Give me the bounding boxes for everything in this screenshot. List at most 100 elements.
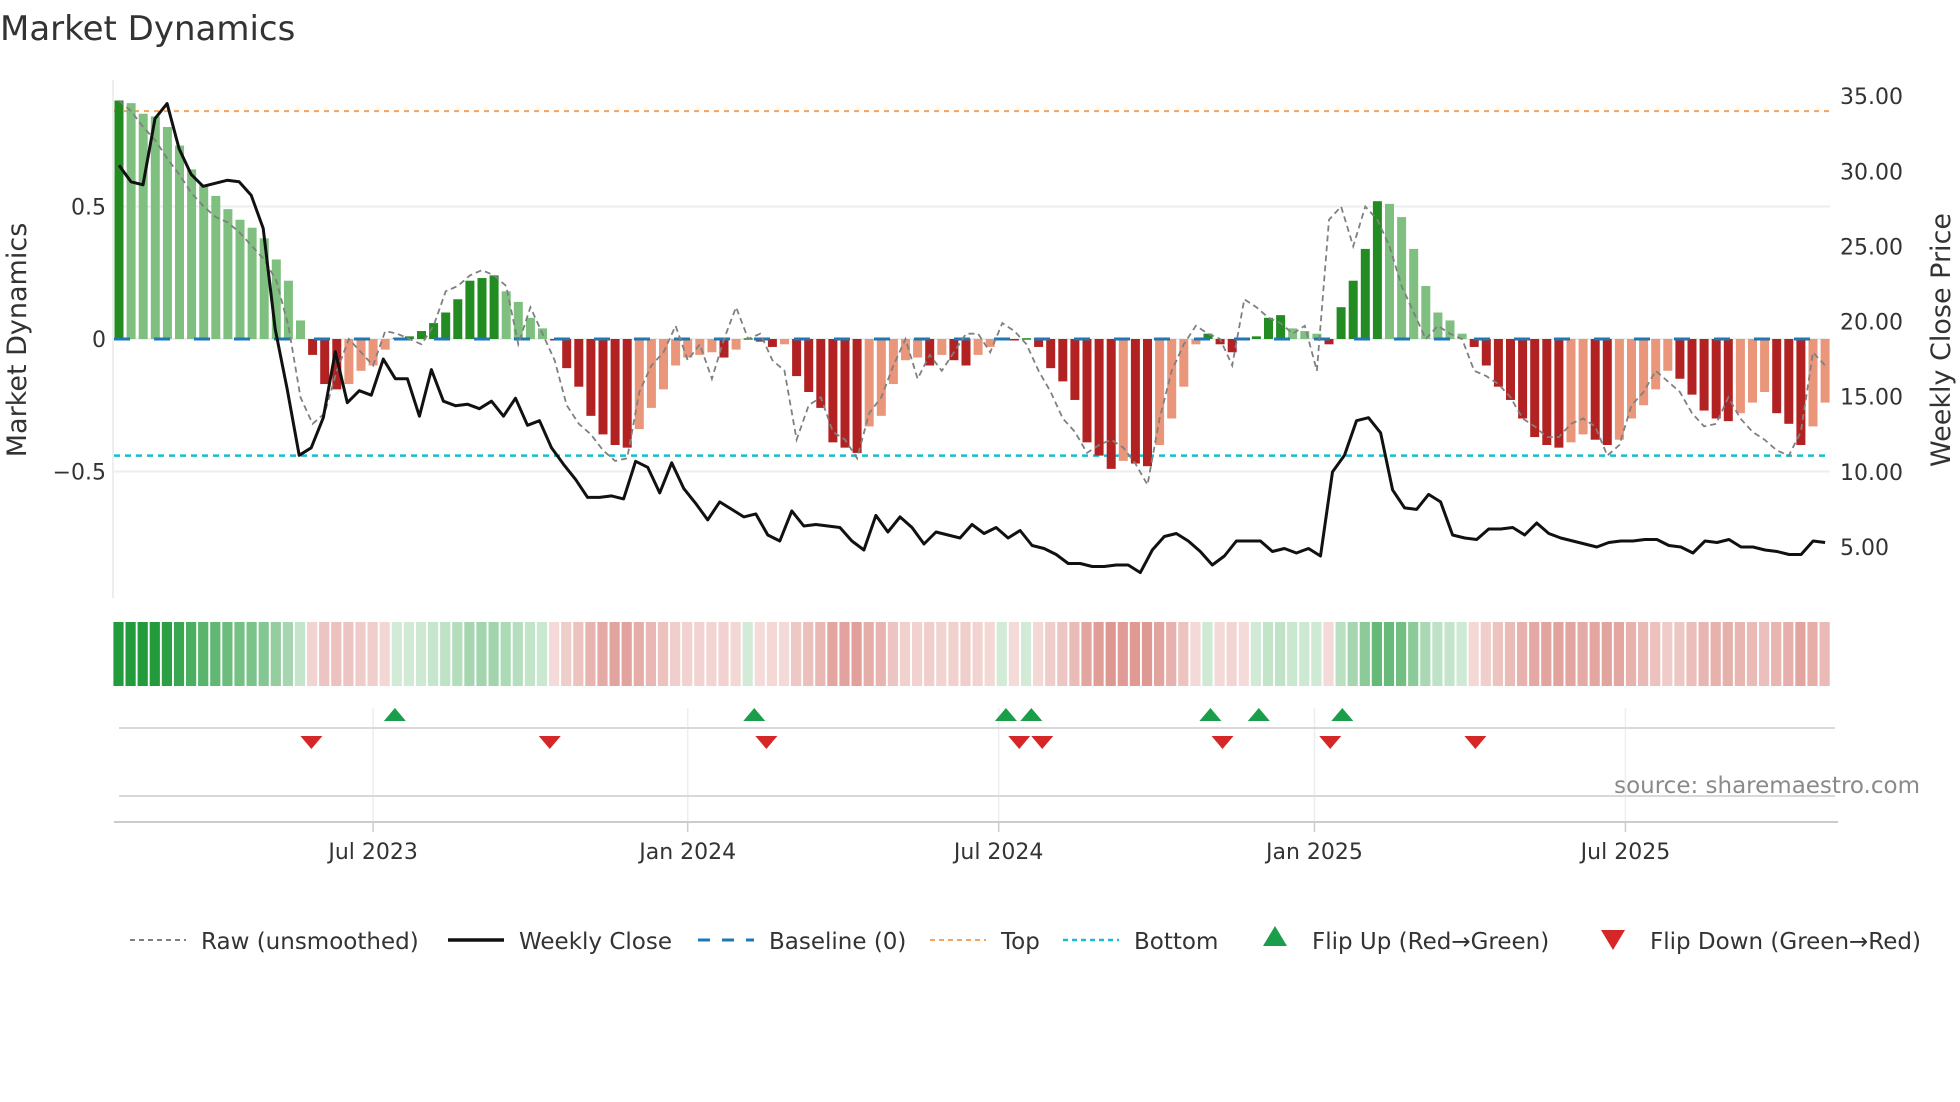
- strip-cell: [815, 622, 826, 686]
- strip-cell: [1020, 622, 1032, 686]
- strip-cell: [1601, 622, 1612, 686]
- dynamics-bar: [1433, 312, 1443, 339]
- strip-cell: [1638, 622, 1649, 686]
- market-dynamics-chart: Market Dynamics Market Dynamics Weekly C…: [0, 9, 1957, 955]
- strip-cell: [149, 622, 160, 686]
- strip-cell: [1650, 622, 1661, 686]
- strip-cell: [694, 622, 705, 686]
- dynamics-bar: [235, 219, 245, 339]
- strip-cell: [778, 622, 790, 686]
- strip-cell: [173, 622, 185, 686]
- strip-cell: [391, 622, 402, 686]
- legend-label: Baseline (0): [769, 929, 906, 955]
- strip-cell: [1625, 622, 1637, 686]
- strip-cell: [1734, 622, 1745, 686]
- dynamics-bar: [1530, 339, 1540, 438]
- strip-cell: [1517, 622, 1528, 686]
- dynamics-bar: [1687, 339, 1697, 395]
- dynamics-bar: [852, 339, 862, 453]
- dynamics-bar: [1143, 339, 1152, 467]
- strip-cell: [210, 622, 221, 686]
- dynamics-bar: [780, 339, 789, 345]
- strip-cell: [1456, 622, 1467, 686]
- strip-cell: [113, 622, 124, 686]
- dynamics-bar: [1651, 339, 1661, 390]
- dynamics-bar: [1518, 339, 1528, 419]
- dynamics-bar: [1155, 339, 1165, 445]
- dynamics-bar: [1760, 339, 1770, 392]
- dynamics-bar: [199, 185, 209, 339]
- left-tick-label: 0: [92, 328, 106, 353]
- strip-cell: [367, 622, 378, 686]
- x-tick-label: Jul 2024: [952, 840, 1044, 865]
- strip-cell: [343, 622, 354, 686]
- dynamics-bar: [804, 339, 814, 392]
- dynamics-bar: [175, 145, 184, 339]
- strip-cell: [1093, 622, 1104, 686]
- strip-cell: [1178, 622, 1189, 686]
- dynamics-bar: [1614, 339, 1624, 440]
- flip-down-icon: [1601, 930, 1625, 950]
- dynamics-bar: [937, 339, 947, 355]
- dynamics-bar: [1130, 339, 1140, 464]
- strip-cell: [1141, 622, 1153, 686]
- x-tick-label: Jan 2024: [637, 840, 736, 865]
- flip-down-marker: [1031, 736, 1054, 749]
- legend-label: Flip Up (Red→Green): [1312, 929, 1549, 955]
- dynamics-bar: [913, 339, 923, 358]
- dynamics-bar: [441, 312, 451, 339]
- dynamics-bar: [1748, 339, 1757, 403]
- dynamics-bar: [1094, 339, 1104, 456]
- strip-cell: [536, 622, 548, 686]
- legend-item-top: Top: [930, 929, 1040, 955]
- strip-cell: [186, 622, 197, 686]
- dynamics-bar: [296, 320, 305, 339]
- strip-cell: [1504, 622, 1516, 686]
- strip-cell: [948, 622, 959, 686]
- strip-cell: [1371, 622, 1382, 686]
- strip-cell: [1468, 622, 1479, 686]
- x-tick-label: Jan 2025: [1264, 840, 1363, 865]
- dynamics-bar: [707, 339, 717, 353]
- strip-cell: [791, 622, 802, 686]
- strip-cell: [403, 622, 414, 686]
- dynamics-bar: [1348, 280, 1358, 339]
- legend: Raw (unsmoothed) Weekly Close Baseline (0)…: [130, 926, 1921, 955]
- dynamics-bar: [465, 280, 475, 339]
- strip-cell: [1444, 622, 1455, 686]
- strip-cell: [1287, 622, 1298, 686]
- dynamics-bar: [150, 116, 160, 340]
- dynamics-bar: [731, 339, 741, 350]
- strip-cell: [125, 622, 136, 686]
- dynamics-bar: [453, 299, 463, 339]
- dynamics-bar: [1784, 339, 1794, 424]
- dynamics-bar: [308, 339, 318, 355]
- strip-cell: [1541, 622, 1552, 686]
- strip-cell: [452, 622, 463, 686]
- legend-item-bottom: Bottom: [1063, 929, 1218, 955]
- strip-cell: [972, 622, 983, 686]
- right-tick-label: 30.00: [1840, 160, 1903, 185]
- strip-cell: [282, 622, 293, 686]
- strip-cell: [1480, 622, 1491, 686]
- left-tick-label: −0.5: [53, 461, 106, 486]
- strip-cell: [1190, 622, 1201, 686]
- flip-down-marker: [755, 736, 778, 749]
- strip-cell: [1129, 622, 1140, 686]
- strip-cell: [984, 622, 995, 686]
- dynamics-bar: [247, 227, 257, 339]
- left-axis-label: Market Dynamics: [2, 223, 33, 458]
- strip-cell: [924, 622, 935, 686]
- strip-cell: [1589, 622, 1600, 686]
- dynamics-bar: [356, 339, 366, 371]
- flip-down-marker: [538, 736, 561, 749]
- dynamics-bar: [1009, 339, 1019, 341]
- dynamics-bar: [525, 317, 535, 339]
- strip-cell: [1117, 622, 1128, 686]
- strip-cell: [464, 622, 475, 686]
- strip-cell: [161, 622, 172, 686]
- strip-cell: [294, 622, 306, 686]
- legend-item-raw: Raw (unsmoothed): [130, 929, 419, 955]
- flip-up-marker: [1199, 708, 1222, 721]
- strip-cell: [670, 622, 681, 686]
